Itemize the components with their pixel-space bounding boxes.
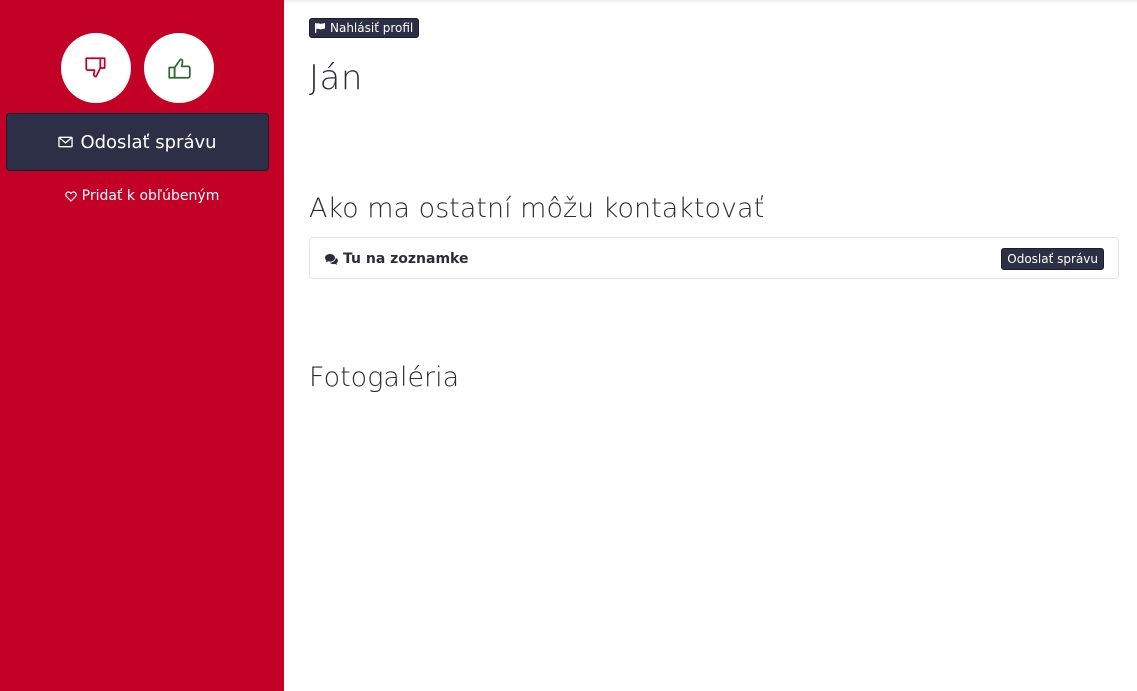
contact-method-label: Tu na zoznamke [343,251,469,267]
profile-page: Odoslať správu Pridať k obľúbeným Nahlás… [0,0,1137,691]
profile-name: Ján [309,58,363,98]
dislike-button[interactable] [61,33,131,103]
profile-sidebar: Odoslať správu Pridať k obľúbeným [0,0,284,691]
chat-bubbles-icon [325,253,338,265]
envelope-icon [58,136,74,148]
like-button[interactable] [144,33,214,103]
top-bar-shadow [284,0,1137,4]
thumbs-up-icon [168,58,191,79]
report-profile-button[interactable]: Nahlásiť profil [309,18,420,38]
report-profile-label: Nahlásiť profil [330,21,414,35]
flag-icon [315,23,326,33]
contact-send-message-button[interactable]: Odoslať správu [1001,248,1104,270]
add-to-favorites-label: Pridať k obľúbeným [81,188,220,204]
send-message-button[interactable]: Odoslať správu [6,113,269,171]
thumbs-down-icon [85,57,106,78]
contact-method-card: Tu na zoznamke Odoslať správu [309,237,1119,279]
heart-icon [64,191,77,202]
contact-method: Tu na zoznamke [325,238,469,280]
gallery-section-title: Fotogaléria [309,362,460,393]
send-message-label: Odoslať správu [80,131,217,153]
vote-buttons [61,33,214,103]
contact-section-title: Ako ma ostatní môžu kontaktovať [309,193,765,224]
add-to-favorites-link[interactable]: Pridať k obľúbeným [0,186,284,206]
